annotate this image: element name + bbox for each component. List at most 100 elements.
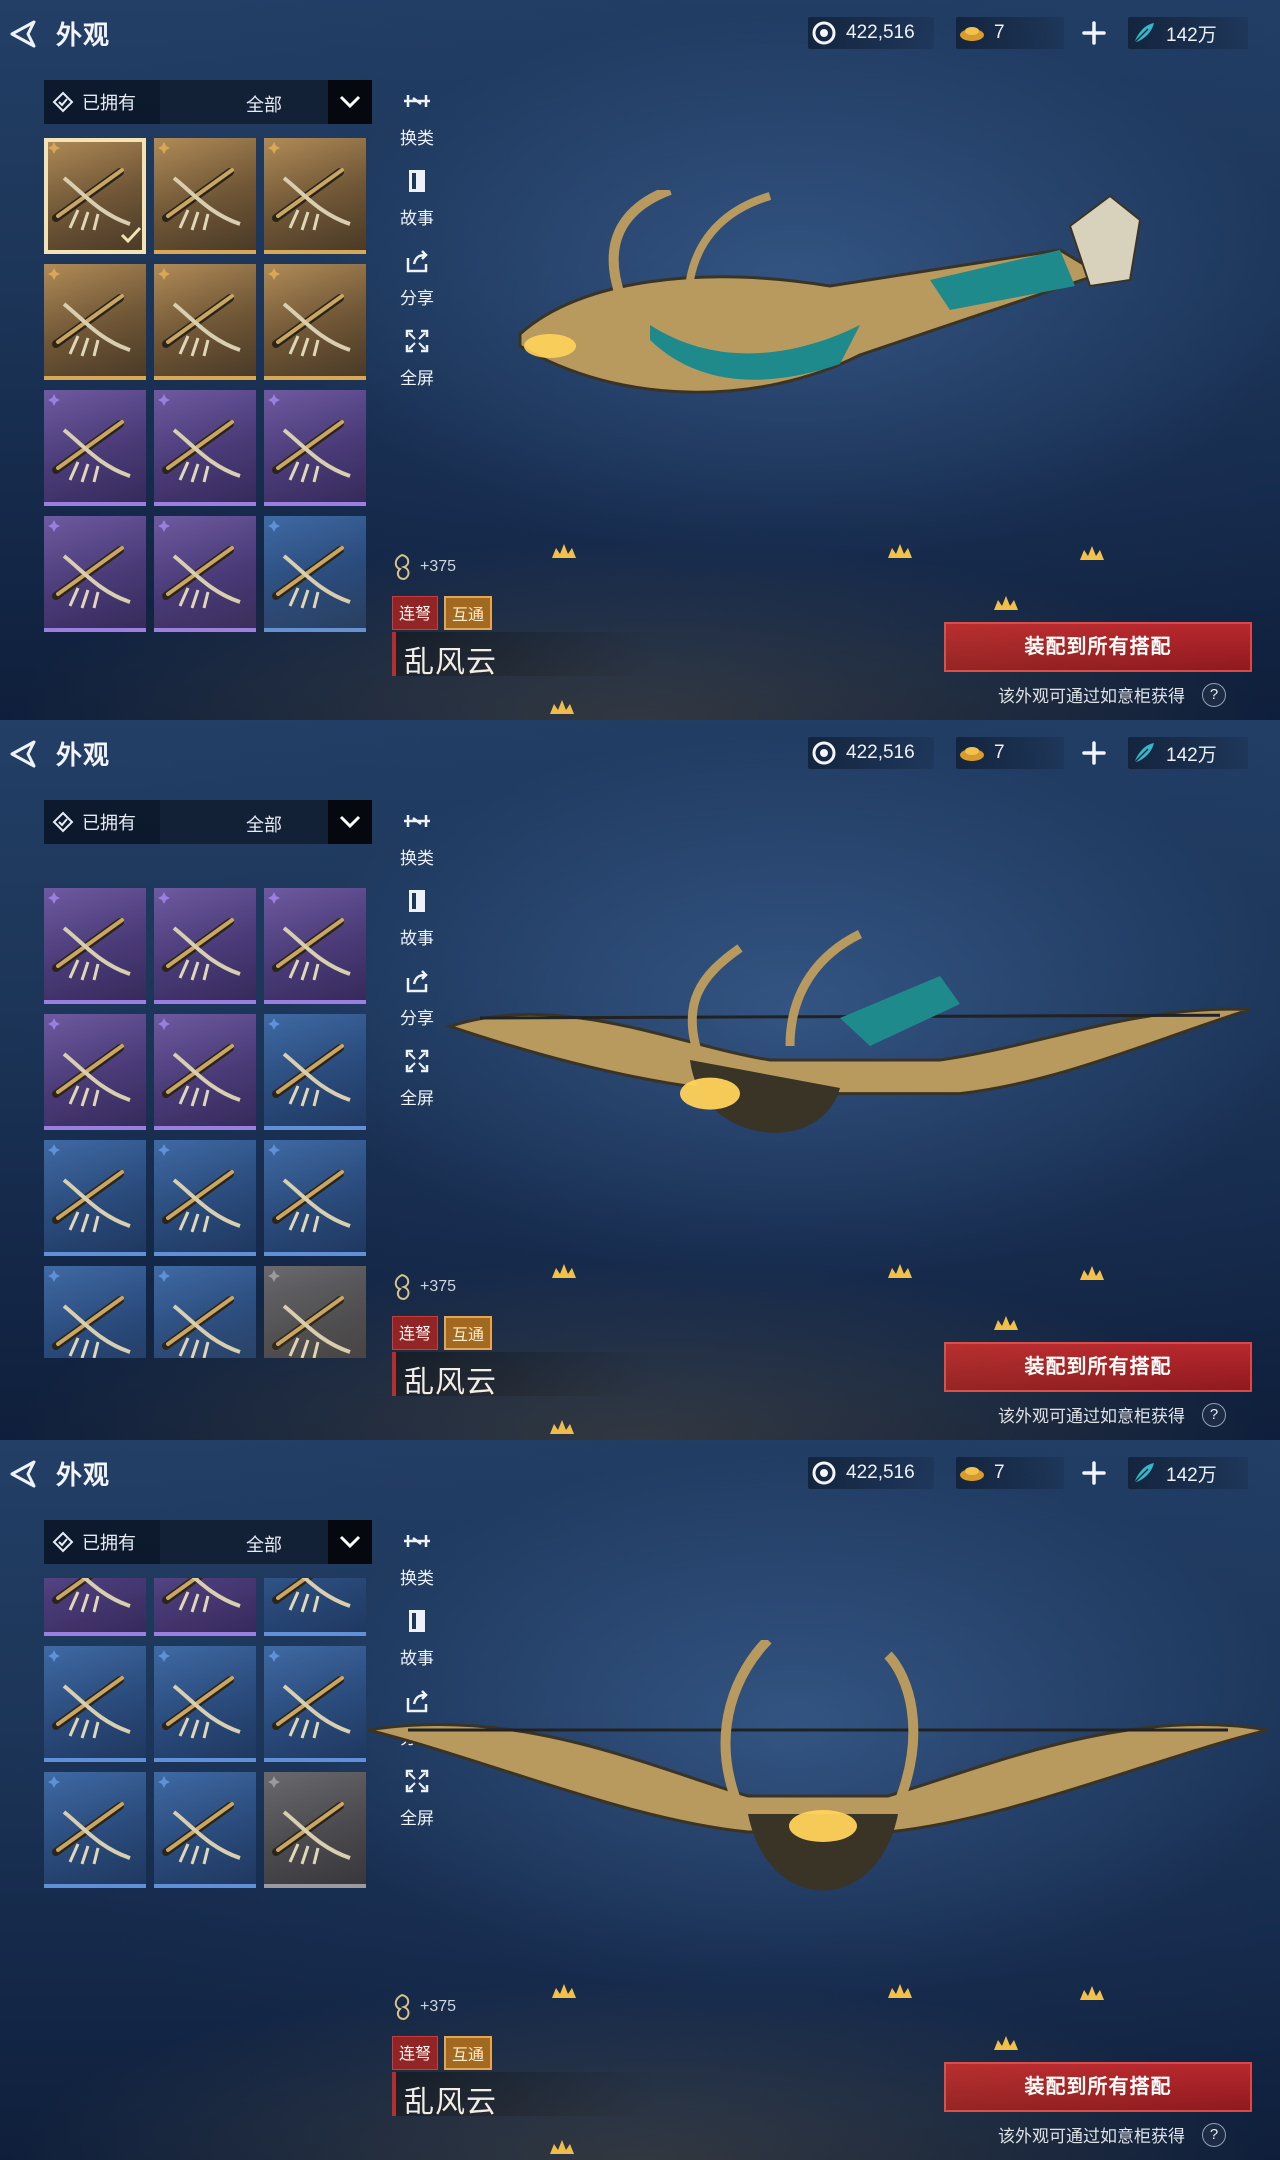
- dragon-emblem-icon: [394, 553, 410, 581]
- skin-tile[interactable]: [154, 1266, 256, 1358]
- skin-tile[interactable]: [154, 264, 256, 380]
- skin-tile[interactable]: [264, 264, 366, 380]
- rarity-mark-icon: [48, 394, 60, 406]
- power-value: +375: [420, 1278, 457, 1295]
- skin-tile[interactable]: [264, 1646, 366, 1762]
- owned-filter-toggle[interactable]: 已拥有: [44, 1520, 156, 1564]
- skin-tile[interactable]: [44, 390, 146, 506]
- crossbow-switch-icon: [404, 1535, 430, 1547]
- skin-tile[interactable]: [154, 1578, 256, 1636]
- equip-all-button[interactable]: 装配到所有搭配: [944, 622, 1252, 672]
- equip-all-button[interactable]: 装配到所有搭配: [944, 1342, 1252, 1392]
- skin-grid: [44, 1578, 372, 2078]
- screen-view-2: 外观 422,516 7 142万 已拥有 全部 换类 故事 分享 全屏 +37…: [0, 720, 1280, 1440]
- coin-currency: 422,516: [808, 737, 934, 769]
- add-currency-icon[interactable]: [1078, 737, 1110, 769]
- skin-tile[interactable]: [264, 1772, 366, 1888]
- switch-type-label: 换类: [400, 129, 434, 148]
- crossbow-thumbnail-icon: [272, 294, 351, 357]
- rarity-mark-icon: [48, 520, 60, 532]
- screen-view-3: 外观 422,516 7 142万 已拥有 全部 换类 故事 全屏 +375 连…: [0, 1440, 1280, 2160]
- skin-tile[interactable]: [264, 390, 366, 506]
- story-button[interactable]: 故事: [392, 884, 442, 954]
- crossbow-thumbnail-icon: [272, 1676, 351, 1739]
- back-arrow-icon[interactable]: [4, 14, 44, 54]
- category-dropdown[interactable]: 全部: [160, 1520, 372, 1564]
- skin-tile[interactable]: [264, 1140, 366, 1256]
- skin-tile[interactable]: [44, 264, 146, 380]
- rarity-mark-icon: [158, 1270, 170, 1282]
- rarity-mark-icon: [48, 1650, 60, 1662]
- skin-tile[interactable]: [44, 516, 146, 632]
- add-currency-icon[interactable]: [1078, 17, 1110, 49]
- weapon-type-tag: 连弩: [392, 596, 439, 630]
- skin-tile[interactable]: [154, 1772, 256, 1888]
- rarity-mark-icon: [48, 892, 60, 904]
- crossbow-thumbnail-icon: [52, 1170, 131, 1233]
- skin-tile[interactable]: [44, 1772, 146, 1888]
- back-arrow-icon[interactable]: [4, 1454, 44, 1494]
- fullscreen-button[interactable]: 全屏: [392, 1044, 442, 1114]
- add-currency-icon[interactable]: [1078, 1457, 1110, 1489]
- skin-tile[interactable]: [44, 138, 146, 254]
- skin-tile[interactable]: [44, 1014, 146, 1130]
- skin-tile[interactable]: [264, 1266, 366, 1358]
- jade-currency: 142万: [1128, 737, 1248, 769]
- category-dropdown[interactable]: 全部: [160, 80, 372, 124]
- crossbow-thumbnail-icon: [162, 1676, 241, 1739]
- skin-tile[interactable]: [154, 390, 256, 506]
- skin-tile[interactable]: [154, 888, 256, 1004]
- help-icon[interactable]: ?: [1202, 2123, 1226, 2147]
- item-name: 乱风云: [404, 646, 497, 679]
- coin-icon: [808, 737, 840, 769]
- equip-all-button[interactable]: 装配到所有搭配: [944, 2062, 1252, 2112]
- book-icon: [409, 1610, 425, 1632]
- help-icon[interactable]: ?: [1202, 1403, 1226, 1427]
- fullscreen-button[interactable]: 全屏: [392, 324, 442, 394]
- owned-filter-label: 已拥有: [82, 1533, 136, 1553]
- skin-tile[interactable]: [44, 1266, 146, 1358]
- ingot-amount: 7: [994, 1462, 1005, 1483]
- weapon-preview[interactable]: [500, 185, 1150, 490]
- category-value: 全部: [246, 95, 282, 115]
- switch-type-button[interactable]: 换类: [392, 84, 442, 154]
- skin-tile[interactable]: [264, 138, 366, 254]
- skin-tile[interactable]: [154, 1646, 256, 1762]
- skin-tile[interactable]: [44, 1646, 146, 1762]
- share-button[interactable]: 分享: [392, 244, 442, 314]
- skin-tile[interactable]: [264, 1578, 366, 1636]
- owned-filter-toggle[interactable]: 已拥有: [44, 80, 156, 124]
- category-dropdown[interactable]: 全部: [160, 800, 372, 844]
- skin-tile[interactable]: [264, 1014, 366, 1130]
- switch-type-button[interactable]: 换类: [392, 1524, 442, 1594]
- skin-tile[interactable]: [154, 516, 256, 632]
- jade-amount: 142万: [1166, 1464, 1217, 1486]
- story-button[interactable]: 故事: [392, 164, 442, 234]
- ingot-amount: 7: [994, 22, 1005, 43]
- skin-tile[interactable]: [154, 1140, 256, 1256]
- crossbow-thumbnail-icon: [272, 420, 351, 483]
- share-icon: [406, 970, 428, 993]
- owned-filter-toggle[interactable]: 已拥有: [44, 800, 156, 844]
- ingot-currency: 7: [956, 1457, 1064, 1489]
- skin-tile[interactable]: [44, 888, 146, 1004]
- rarity-mark-icon: [158, 1018, 170, 1030]
- help-icon[interactable]: ?: [1202, 683, 1226, 707]
- share-button[interactable]: 分享: [392, 964, 442, 1034]
- skin-tile[interactable]: [154, 1014, 256, 1130]
- skin-tile[interactable]: [264, 888, 366, 1004]
- share-label: 分享: [400, 1009, 434, 1028]
- skin-tile[interactable]: [264, 516, 366, 632]
- skin-tile[interactable]: [44, 1578, 146, 1636]
- skin-tile[interactable]: [154, 138, 256, 254]
- weapon-type-tag: 连弩: [392, 2036, 439, 2070]
- switch-type-button[interactable]: 换类: [392, 804, 442, 874]
- coin-currency: 422,516: [808, 1457, 934, 1489]
- skin-tile[interactable]: [44, 1140, 146, 1256]
- crossbow-thumbnail-icon: [52, 420, 131, 483]
- weapon-preview[interactable]: [440, 920, 1260, 1200]
- filter-bar: 已拥有 全部: [44, 800, 372, 844]
- weapon-preview[interactable]: [367, 1636, 1269, 1940]
- back-arrow-icon[interactable]: [4, 734, 44, 774]
- lotus-lantern-icon: [550, 700, 574, 714]
